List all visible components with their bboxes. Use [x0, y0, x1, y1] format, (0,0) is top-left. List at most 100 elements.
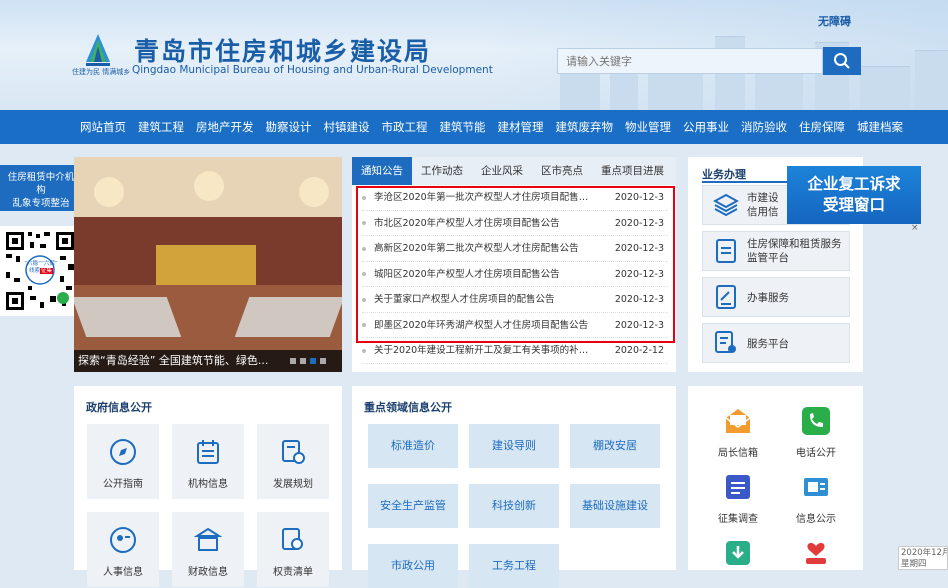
site-title: 青岛市住房和城乡建设局	[134, 37, 432, 66]
banner-line: 乱象专项整治	[12, 198, 70, 209]
skyline-building	[915, 50, 948, 110]
tile-safety-supervision[interactable]: 安全生产监管	[368, 484, 458, 528]
tile-label: 发展规划	[273, 479, 313, 490]
date-line: 2020年12月	[901, 548, 948, 558]
nav-item-utilities[interactable]: 公用事业	[683, 119, 729, 135]
tile-finance-info[interactable]: 财政信息	[172, 512, 244, 587]
nav-item-materials[interactable]: 建材管理	[498, 119, 544, 135]
close-icon[interactable]: ×	[911, 223, 919, 233]
button-label: 办事服务	[747, 291, 789, 304]
tile-construction-guidelines[interactable]: 建设导则	[469, 424, 559, 468]
tab-district-highlights[interactable]: 区市亮点	[532, 157, 592, 185]
skyline-building	[648, 72, 703, 110]
carousel-dot-active[interactable]	[310, 358, 316, 364]
nav-item-fire[interactable]: 消防验收	[741, 119, 787, 135]
chandelier-icon	[299, 177, 329, 207]
service-affairs-button[interactable]: 办事服务	[702, 277, 850, 317]
overlay-line: 企业复工诉求	[807, 175, 901, 193]
qr-code[interactable]: “六稳”“六保” 线索征集	[0, 226, 80, 316]
gov-info-panel: 政府信息公开 公开指南 机构信息 发展规划 人事信息 财政信息 权责清单	[74, 386, 342, 587]
tile-label: 权责清单	[273, 567, 313, 578]
carousel-dot[interactable]	[290, 358, 296, 364]
tile-help[interactable]	[781, 538, 851, 576]
heart-hand-icon	[806, 543, 826, 564]
service-platform-button[interactable]: 服务平台	[702, 323, 850, 363]
tile-public-works[interactable]: 工务工程	[469, 544, 559, 588]
tile-personnel-info[interactable]: 人事信息	[87, 512, 159, 587]
bank-icon	[193, 527, 223, 551]
accessibility-link[interactable]: 无障碍	[818, 13, 851, 29]
tile-survey-collection[interactable]: 征集调查	[703, 472, 773, 525]
nav-item-waste[interactable]: 建筑废弃物	[556, 119, 614, 135]
housing-rental-platform-button[interactable]: 住房保障和租赁服务 监管平台	[702, 231, 850, 271]
tile-disclosure-guide[interactable]: 公开指南	[87, 424, 159, 499]
chandelier-icon	[194, 171, 224, 201]
calendar-list-icon	[197, 440, 219, 464]
nav-item-survey-design[interactable]: 勘察设计	[266, 119, 312, 135]
tab-work-news[interactable]: 工作动态	[412, 157, 472, 185]
search-input[interactable]	[558, 49, 822, 73]
conference-table	[234, 297, 342, 337]
resumption-appeal-window[interactable]: 企业复工诉求 受理窗口	[787, 166, 921, 224]
nav-item-village[interactable]: 村镇建设	[324, 119, 370, 135]
carousel-dot[interactable]	[320, 358, 326, 364]
slogan: 住建为民 情满城乡	[72, 68, 131, 76]
button-label: 信用信	[747, 206, 779, 218]
button-label: 市建设	[747, 192, 779, 204]
nav-item-energy[interactable]: 建筑节能	[440, 119, 486, 135]
tile-label: 局长信箱	[718, 448, 758, 459]
tile-infrastructure[interactable]: 基础设施建设	[570, 484, 660, 528]
date-widget: 2020年12月 星期四	[898, 546, 948, 570]
user-card-icon	[110, 527, 136, 553]
tile-director-mailbox[interactable]: 局长信箱	[703, 406, 773, 459]
tab-key-projects[interactable]: 重点项目进展	[592, 157, 673, 185]
business-title: 业务办理	[702, 168, 746, 181]
news-carousel[interactable]: 探索“青岛经验” 全国建筑节能、绿色...	[74, 157, 342, 372]
survey-icon	[726, 475, 750, 499]
nav-item-real-estate[interactable]: 房地产开发	[196, 119, 254, 135]
tile-phone-directory[interactable]: 电话公开	[781, 406, 851, 459]
nav-item-property[interactable]: 物业管理	[625, 119, 671, 135]
tile-label: 财政信息	[188, 567, 228, 578]
edit-document-icon	[716, 285, 736, 309]
tile-label: 征集调查	[718, 514, 758, 525]
nav-item-housing[interactable]: 住房保障	[799, 119, 845, 135]
tile-download[interactable]	[703, 538, 773, 576]
qr-badge: 征集	[40, 268, 54, 274]
conference-table	[74, 297, 182, 337]
bureau-logo-icon	[86, 34, 110, 66]
highlight-annotation-box	[356, 186, 675, 343]
tile-standard-cost[interactable]: 标准造价	[368, 424, 458, 468]
carousel-dot[interactable]	[300, 358, 306, 364]
chandelier-icon	[94, 177, 124, 207]
button-label: 服务平台	[747, 337, 789, 350]
skyline-building	[860, 66, 910, 110]
services-panel: 局长信箱 电话公开 征集调查 信息公示	[688, 386, 863, 570]
tile-development-plan[interactable]: 发展规划	[257, 424, 329, 499]
nav-item-archives[interactable]: 城建档案	[857, 119, 903, 135]
tile-label: 公开指南	[103, 479, 143, 490]
tile-tech-innovation[interactable]: 科技创新	[469, 484, 559, 528]
rental-rectification-banner[interactable]: 住房租赁中介机构 乱象专项整治	[0, 165, 82, 211]
tile-municipal-utilities[interactable]: 市政公用	[368, 544, 458, 588]
weekday-line: 星期四	[901, 559, 927, 569]
document-icon	[716, 239, 736, 263]
nav-item-construction[interactable]: 建筑工程	[138, 119, 184, 135]
nav-item-home[interactable]: 网站首页	[80, 119, 126, 135]
tab-notices[interactable]: 通知公告	[352, 157, 412, 185]
tile-responsibility-list[interactable]: 权责清单	[257, 512, 329, 587]
search-button[interactable]	[823, 47, 861, 75]
search-icon	[834, 53, 850, 69]
tile-shanty-renovation[interactable]: 棚改安居	[570, 424, 660, 468]
search-box	[557, 48, 823, 74]
tile-info-publicity[interactable]: 信息公示	[781, 472, 851, 525]
tile-label: 机构信息	[188, 479, 228, 490]
tab-enterprise[interactable]: 企业风采	[472, 157, 532, 185]
qr-caption: 线索征集	[28, 268, 54, 274]
nav-item-municipal[interactable]: 市政工程	[382, 119, 428, 135]
tile-label: 信息公示	[796, 514, 836, 525]
banner-line: 住房租赁中介机构	[7, 172, 75, 196]
tile-organization-info[interactable]: 机构信息	[172, 424, 244, 499]
bullet-icon	[362, 348, 366, 353]
notice-tabs: 通知公告 工作动态 企业风采 区市亮点 重点项目进展	[352, 157, 676, 185]
